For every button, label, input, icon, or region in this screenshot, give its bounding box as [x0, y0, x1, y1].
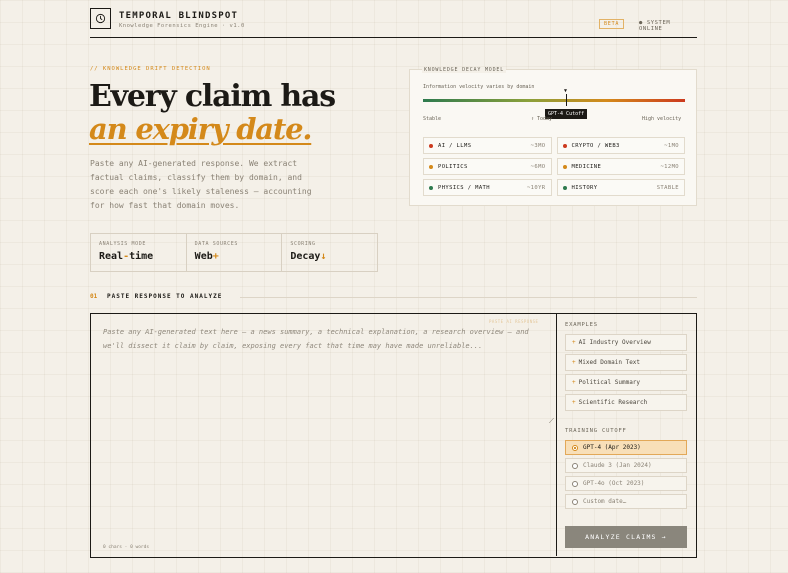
stat-value-text: Web [194, 251, 213, 262]
section-divider [240, 297, 697, 298]
decay-model-card: KNOWLEDGE DECAY MODEL Information veloci… [409, 67, 697, 206]
app-title: TEMPORAL BLINDSPOT [119, 11, 239, 21]
hero-headline-accent: an expiry date. [89, 112, 312, 146]
example-mixed-domain[interactable]: + Mixed Domain Text [565, 354, 687, 371]
stat-label: SCORING [290, 241, 316, 247]
decay-model-subtitle: Information velocity varies by domain [423, 84, 535, 90]
domain-politics: POLITICS ~6MO [423, 158, 552, 175]
beta-badge: BETA [599, 19, 625, 29]
example-ai-industry[interactable]: + AI Industry Overview [565, 334, 687, 351]
clock-icon [95, 13, 106, 24]
plus-icon: + [572, 359, 576, 366]
cutoff-marker [566, 94, 567, 106]
domain-rate: ~10YR [526, 184, 546, 191]
stat-value-text: Decay [290, 251, 321, 262]
section-number: 01 [90, 293, 98, 300]
analyze-panel: PASTE AI RESPONSE ⟋ 0 chars · 0 words EX… [90, 313, 697, 558]
orange-dot-icon [562, 164, 567, 169]
stat-value: Decay↓ [290, 251, 369, 262]
scale-today-label: ↑ Today [531, 116, 553, 122]
hero-kicker: // KNOWLEDGE DRIFT DETECTION [90, 66, 211, 72]
section-title: PASTE RESPONSE TO ANALYZE [107, 293, 223, 300]
domain-name: CRYPTO / WEB3 [571, 142, 620, 149]
radio-icon [572, 498, 578, 505]
hero-headline: Every claim has [89, 79, 336, 114]
orange-dot-icon [429, 164, 433, 169]
example-label: Scientific Research [578, 399, 648, 406]
system-status: ● SYSTEM ONLINE [639, 20, 671, 32]
resize-handle-icon[interactable]: ⟋ [549, 417, 554, 426]
cutoff-option-custom[interactable]: Custom date… [565, 494, 687, 509]
domain-rate: ~1MO [664, 142, 679, 149]
domain-crypto-web3: CRYPTO / WEB3 ~1MO [556, 137, 685, 154]
domain-name: MEDICINE [571, 163, 602, 170]
domain-rate: ~6MO [530, 163, 546, 170]
domain-rate: STABLE [656, 184, 679, 191]
stat-analysis-mode: ANALYSIS MODE Real-time [91, 234, 187, 271]
section-heading: 01 PASTE RESPONSE TO ANALYZE [90, 293, 697, 303]
cutoff-option-gpt4o[interactable]: GPT-4o (Oct 2023) [565, 476, 687, 491]
red-dot-icon [429, 143, 433, 148]
example-political-summary[interactable]: + Political Summary [565, 374, 687, 391]
radio-icon [572, 480, 578, 487]
response-input[interactable] [91, 314, 557, 556]
cutoff-option-gpt4[interactable]: GPT-4 (Apr 2023) [565, 440, 687, 455]
velocity-gradient-bar [423, 99, 685, 102]
paste-hint: PASTE AI RESPONSE [489, 319, 539, 324]
plus-icon: + [572, 339, 576, 346]
stat-data-sources: DATA SOURCES Web+ [187, 234, 283, 271]
domain-rate: ~12MO [660, 163, 679, 170]
stat-accent: - [123, 251, 130, 262]
scale-left-label: Stable [423, 116, 442, 122]
stat-accent: ↓ [320, 251, 327, 262]
sidebar: EXAMPLES + AI Industry Overview + Mixed Do… [565, 314, 689, 556]
stats-bar: ANALYSIS MODE Real-time DATA SOURCES Web… [90, 233, 378, 272]
decay-model-label: KNOWLEDGE DECAY MODEL [422, 67, 507, 73]
examples-label: EXAMPLES [565, 322, 598, 328]
cutoff-label: Custom date… [583, 498, 627, 505]
green-dot-icon [429, 185, 433, 190]
domain-history: HISTORY STABLE [556, 179, 685, 196]
stat-value: Web+ [195, 251, 274, 262]
plus-icon: + [572, 399, 576, 406]
example-label: Mixed Domain Text [578, 359, 641, 366]
cutoff-label: Claude 3 (Jan 2024) [583, 462, 652, 469]
example-label: AI Industry Overview [578, 339, 651, 346]
domain-ai-llms: AI / LLMS ~3MO [423, 137, 552, 154]
cutoff-label: GPT-4 (Apr 2023) [583, 444, 641, 451]
analyze-claims-button[interactable]: ANALYZE CLAIMS → [565, 526, 687, 548]
domain-name: PHYSICS / MATH [438, 184, 490, 191]
example-scientific-research[interactable]: + Scientific Research [565, 394, 687, 411]
domain-name: AI / LLMS [438, 142, 472, 149]
green-dot-icon [562, 185, 567, 190]
stat-accent: + [212, 251, 219, 262]
stat-label: ANALYSIS MODE [99, 241, 146, 247]
stat-scoring: SCORING Decay↓ [282, 234, 377, 271]
plus-icon: + [572, 379, 576, 386]
char-word-counter: 0 chars · 0 words [103, 545, 150, 550]
domain-medicine: MEDICINE ~12MO [556, 158, 685, 175]
stat-value: Real-time [99, 251, 154, 262]
training-cutoff-label: TRAINING CUTOFF [565, 428, 627, 434]
domain-physics-math: PHYSICS / MATH ~10YR [423, 179, 552, 196]
hero-description: Paste any AI-generated response. We extr… [90, 159, 312, 210]
domain-rate: ~3MO [530, 142, 546, 149]
radio-icon [572, 462, 578, 469]
domain-name: POLITICS [438, 163, 468, 170]
example-label: Political Summary [578, 379, 641, 386]
app-header: TEMPORAL BLINDSPOT Knowledge Forensics E… [90, 8, 697, 38]
domain-name: HISTORY [571, 184, 598, 191]
logo [90, 8, 111, 29]
domain-grid: AI / LLMS ~3MO CRYPTO / WEB3 ~1MO POLITICS… [423, 137, 685, 196]
scale-right-label: High velocity [642, 116, 682, 122]
cutoff-label: GPT-4o (Oct 2023) [583, 480, 645, 487]
red-dot-icon [562, 143, 567, 148]
cutoff-option-claude3[interactable]: Claude 3 (Jan 2024) [565, 458, 687, 473]
app-subtitle: Knowledge Forensics Engine · v1.0 [119, 23, 245, 29]
stat-label: DATA SOURCES [194, 241, 238, 247]
radio-selected-icon [572, 444, 578, 451]
